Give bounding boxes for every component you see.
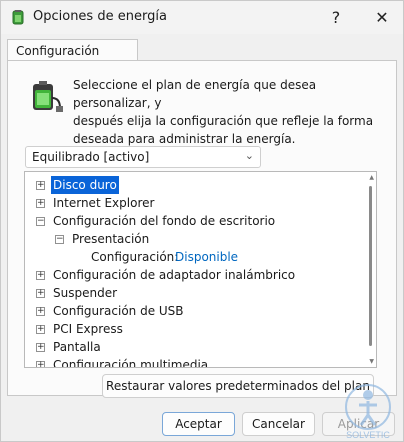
expand-plus-icon[interactable]: + [36,271,45,280]
description-line-1: Seleccione el plan de energía que desea … [73,78,317,110]
expand-plus-icon[interactable]: + [36,361,45,367]
expand-plus-icon[interactable]: + [36,307,45,316]
tree-item-label: Suspender [53,286,118,300]
tree-item-label: Configuración de adaptador inalámbrico [53,268,296,282]
power-plan-selected: Equilibrado [activo] [32,150,150,164]
expand-plus-icon[interactable]: + [36,343,45,352]
tree-item-label: PCI Express [53,322,123,336]
power-options-icon [12,10,24,25]
expand-plus-icon[interactable]: + [36,199,45,208]
power-options-dialog: Opciones de energía ? ✕ Configuración av… [0,0,404,442]
power-plan-dropdown[interactable]: Equilibrado [activo] ⌄ [25,146,261,168]
tree-item-label: Configuración del fondo de escritorio [53,214,276,228]
ok-button[interactable]: Aceptar [162,412,235,436]
vertical-scrollbar-thumb[interactable] [369,186,372,346]
tree-item-label: Configuración multimedia [53,358,209,368]
expand-plus-icon[interactable]: + [36,325,45,334]
tree-item-label: Configuración de USB [53,304,184,318]
battery-plug-icon [33,81,63,112]
tab-advanced-settings[interactable]: Configuración avanzada [7,39,138,80]
collapse-minus-icon[interactable]: − [36,217,45,226]
chevron-down-icon: ⌄ [244,149,254,162]
watermark-text: SOLVETIC [346,430,390,440]
tree-item-label: Internet Explorer [53,196,155,210]
help-button[interactable]: ? [321,5,351,29]
tree-item-label: Pantalla [53,340,101,354]
scroll-up-arrow-icon[interactable]: ▲ [369,174,374,181]
cancel-button[interactable]: Cancelar [242,412,315,436]
title-bar: Opciones de energía ? ✕ [1,1,403,34]
settings-tree[interactable]: + Disco duro + Internet Explorer − Confi… [24,171,377,368]
restore-defaults-button[interactable]: Restaurar valores predeterminados del pl… [102,374,374,398]
window-title: Opciones de energía [33,9,167,24]
setting-value-link[interactable]: Disponible [175,248,238,266]
description-text: Seleccione el plan de energía que desea … [73,76,391,148]
scroll-down-arrow-icon[interactable]: ▼ [369,358,374,365]
setting-label: Configuración: [91,250,179,264]
close-button[interactable]: ✕ [367,5,397,29]
tree-item-label: Disco duro [51,176,119,194]
expand-plus-icon[interactable]: + [36,181,45,190]
description-line-2: después elija la configuración que refle… [73,114,374,128]
expand-plus-icon[interactable]: + [36,289,45,298]
collapse-minus-icon[interactable]: − [55,235,64,244]
tree-item-label: Presentación [72,232,150,246]
solvetic-watermark-logo: SOLVETIC [345,384,391,440]
